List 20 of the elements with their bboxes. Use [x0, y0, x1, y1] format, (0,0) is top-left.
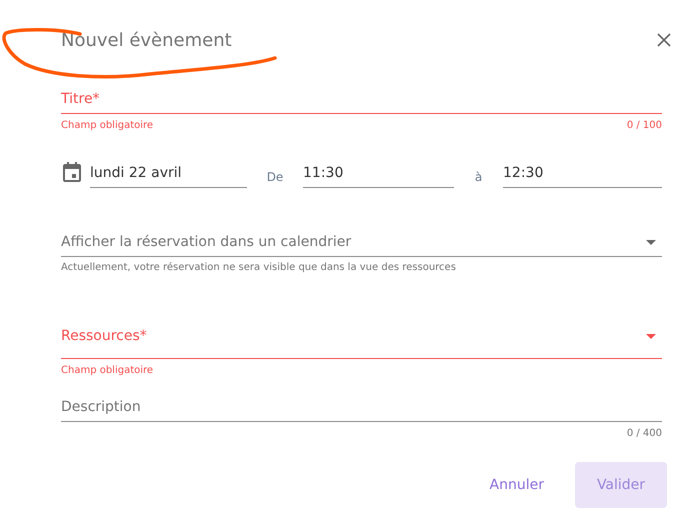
description-field[interactable]: Description — [61, 393, 662, 422]
date-field[interactable]: lundi 22 avril — [90, 158, 247, 188]
cancel-button[interactable]: Annuler — [474, 462, 560, 508]
helper-text: Actuellement, votre réservation ne sera visible que dans la vue des ressources — [61, 262, 456, 272]
helper-text: Champ obligatoire — [61, 364, 154, 376]
close-icon[interactable] — [657, 33, 671, 47]
to-label: à — [474, 170, 482, 184]
dialog-title: Nouvel évènement — [61, 30, 232, 50]
character-counter: 0 / 400 — [626, 428, 662, 438]
helper-text: Champ obligatoire — [61, 120, 154, 130]
calendar-select[interactable]: Afficher la réservation dans un calendrier — [61, 228, 662, 257]
character-counter: 0 / 100 — [626, 120, 662, 130]
title-field[interactable]: Titre* — [61, 84, 662, 114]
dropdown-arrow-icon — [646, 240, 656, 244]
end-time-field[interactable]: 12:30 — [503, 158, 662, 188]
from-label: De — [266, 170, 284, 184]
dropdown-arrow-icon — [646, 334, 656, 338]
start-time-field[interactable]: 11:30 — [303, 158, 454, 188]
resources-select[interactable]: Ressources* — [61, 322, 662, 359]
calendar-icon[interactable] — [63, 162, 81, 182]
